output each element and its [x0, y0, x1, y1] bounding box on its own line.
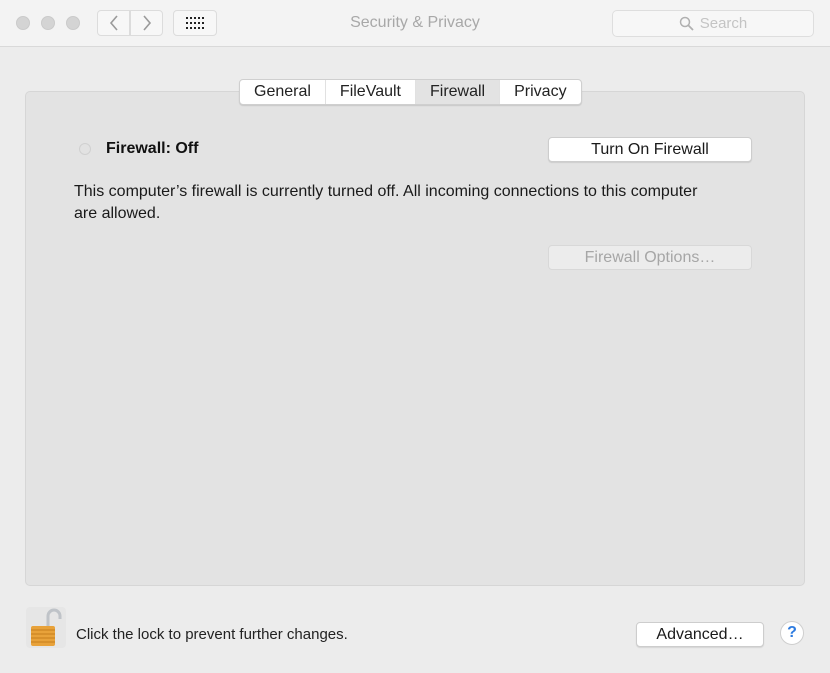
tab-bar: General FileVault Firewall Privacy [239, 79, 582, 105]
tab-filevault[interactable]: FileVault [326, 80, 416, 104]
title-bar: Security & Privacy Search [0, 0, 830, 47]
lock-button[interactable] [26, 607, 66, 648]
turn-on-firewall-button[interactable]: Turn On Firewall [548, 137, 752, 162]
tab-privacy[interactable]: Privacy [500, 80, 580, 104]
tab-firewall[interactable]: Firewall [415, 80, 501, 104]
tab-general[interactable]: General [240, 80, 326, 104]
lock-message: Click the lock to prevent further change… [76, 626, 348, 643]
firewall-description: This computer’s firewall is currently tu… [74, 183, 698, 222]
search-icon [679, 16, 694, 31]
unlocked-padlock-icon [31, 608, 62, 646]
search-field[interactable]: Search [612, 10, 814, 37]
advanced-button[interactable]: Advanced… [636, 622, 764, 647]
firewall-status-indicator [79, 143, 91, 155]
firewall-options-button[interactable]: Firewall Options… [548, 245, 752, 270]
firewall-panel [25, 91, 805, 586]
search-placeholder: Search [699, 15, 748, 32]
firewall-status-label: Firewall: Off [106, 140, 199, 157]
help-button[interactable]: ? [780, 621, 804, 645]
